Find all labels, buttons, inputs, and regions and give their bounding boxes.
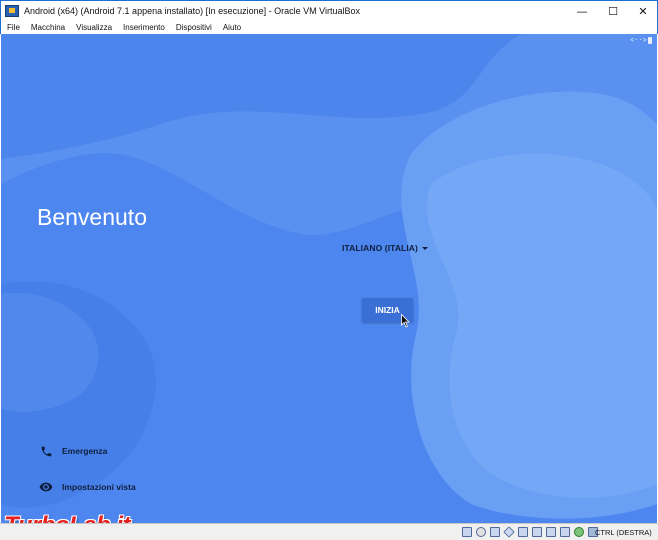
menu-help[interactable]: Aiuto xyxy=(223,23,241,32)
vm-display[interactable]: <··> Benvenuto ITALIANO (ITALIA) INIZIA … xyxy=(1,34,657,523)
optical-drive-icon[interactable] xyxy=(476,527,486,537)
recording-icon[interactable] xyxy=(560,527,570,537)
audio-icon[interactable] xyxy=(490,527,500,537)
dropdown-arrow-icon xyxy=(421,246,428,250)
hard-disk-icon[interactable] xyxy=(462,527,472,537)
cpu-icon[interactable] xyxy=(574,527,584,537)
battery-icon xyxy=(648,37,652,44)
start-button-label: INIZIA xyxy=(375,305,400,315)
phone-icon xyxy=(39,444,53,458)
host-key-label: CTRL (DESTRA) xyxy=(595,528,652,537)
status-bar: CTRL (DESTRA) xyxy=(0,523,658,540)
emergency-label: Emergenza xyxy=(62,446,108,456)
language-dropdown[interactable]: ITALIANO (ITALIA) xyxy=(342,241,428,255)
emergency-call-button[interactable]: Emergenza xyxy=(39,443,107,459)
virtualbox-window: Android (x64) (Android 7.1 appena instal… xyxy=(0,0,658,540)
watermark-logo: TurboLab.it xyxy=(4,512,131,523)
display-settings-button[interactable]: Impostazioni vista xyxy=(39,479,136,495)
maximize-button[interactable]: ☐ xyxy=(598,1,628,21)
virtualbox-app-icon xyxy=(5,4,19,17)
language-selected-value: ITALIANO (ITALIA) xyxy=(342,243,418,253)
menu-view[interactable]: Visualizza xyxy=(76,23,112,32)
menu-devices[interactable]: Dispositivi xyxy=(176,23,212,32)
display-icon[interactable] xyxy=(546,527,556,537)
shared-folder-icon[interactable] xyxy=(532,527,542,537)
window-title: Android (x64) (Android 7.1 appena instal… xyxy=(24,5,361,16)
menu-machine[interactable]: Macchina xyxy=(31,23,65,32)
input-method-indicator: <··> xyxy=(630,36,647,44)
menu-file[interactable]: File xyxy=(7,23,20,32)
title-bar[interactable]: Android (x64) (Android 7.1 appena instal… xyxy=(0,0,658,20)
menu-input[interactable]: Inserimento xyxy=(123,23,165,32)
mouse-cursor-icon xyxy=(401,314,410,328)
welcome-heading: Benvenuto xyxy=(37,204,147,230)
close-button[interactable]: ✕ xyxy=(628,1,658,21)
status-icons xyxy=(462,526,602,538)
display-settings-label: Impostazioni vista xyxy=(62,482,136,492)
eye-icon xyxy=(39,480,53,494)
menu-bar: File Macchina Visualizza Inserimento Dis… xyxy=(0,20,658,34)
minimize-button[interactable]: — xyxy=(567,1,597,21)
usb-icon[interactable] xyxy=(518,527,528,537)
network-icon[interactable] xyxy=(503,526,515,538)
